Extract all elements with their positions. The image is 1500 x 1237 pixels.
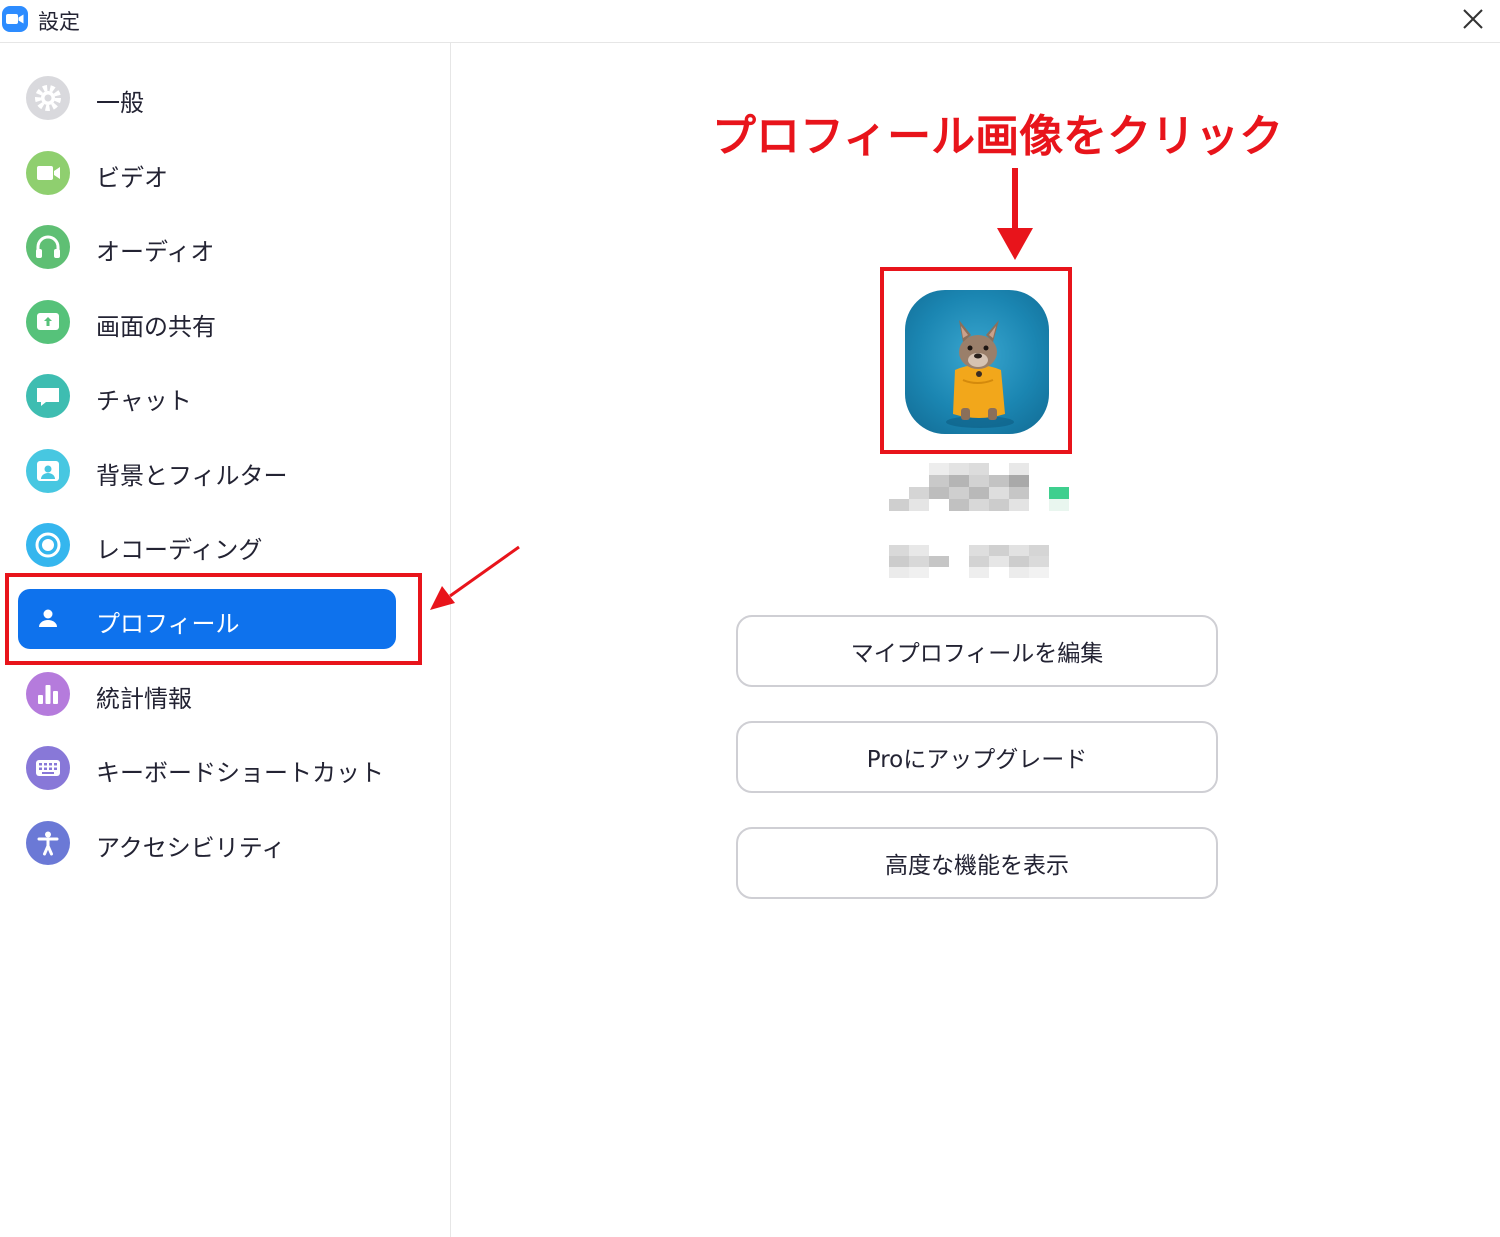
sidebar-item-label: レコーディング <box>96 536 263 564</box>
sidebar-item-label: 画面の共有 <box>96 313 216 341</box>
sidebar-item-label: 統計情報 <box>96 685 192 713</box>
background-filter-icon <box>26 449 70 493</box>
sidebar-item-label: ビデオ <box>96 164 168 192</box>
settings-sidebar: 一般 ビデオ オーディオ 画面の共有 チャット 背景とフィルター レコーディング… <box>0 43 451 1237</box>
keyboard-icon <box>26 746 70 790</box>
sidebar-item-label: キーボードショートカット <box>96 759 384 787</box>
sidebar-item-general[interactable]: 一般 <box>18 68 396 128</box>
sidebar-item-audio[interactable]: オーディオ <box>18 217 396 277</box>
sidebar-item-chat[interactable]: チャット <box>18 366 396 426</box>
record-icon <box>26 523 70 567</box>
sidebar-item-video[interactable]: ビデオ <box>18 143 396 203</box>
redacted-username <box>889 463 1079 513</box>
down-arrow-icon <box>997 168 1033 260</box>
sidebar-item-statistics[interactable]: 統計情報 <box>18 664 396 724</box>
sidebar-item-label: プロフィール <box>96 610 240 638</box>
sidebar-item-recording[interactable]: レコーディング <box>18 515 396 575</box>
edit-profile-button[interactable]: マイプロフィールを編集 <box>736 615 1218 687</box>
sidebar-item-profile[interactable]: プロフィール <box>18 589 396 649</box>
sidebar-item-background-filters[interactable]: 背景とフィルター <box>18 441 396 501</box>
show-advanced-features-button[interactable]: 高度な機能を表示 <box>736 827 1218 899</box>
headphones-icon <box>26 225 70 269</box>
sidebar-item-label: アクセシビリティ <box>96 834 286 862</box>
upgrade-to-pro-button[interactable]: Proにアップグレード <box>736 721 1218 793</box>
dog-photo-icon <box>946 320 1014 428</box>
person-icon <box>26 597 70 641</box>
sidebar-item-accessibility[interactable]: アクセシビリティ <box>18 813 396 873</box>
chat-bubble-icon <box>26 374 70 418</box>
sidebar-item-label: 背景とフィルター <box>96 462 288 490</box>
annotation-text: プロフィール画像をクリック <box>712 111 1284 162</box>
sidebar-item-share-screen[interactable]: 画面の共有 <box>18 292 396 352</box>
sidebar-item-label: チャット <box>96 387 192 415</box>
accessibility-icon <box>26 821 70 865</box>
sidebar-item-keyboard-shortcuts[interactable]: キーボードショートカット <box>18 738 396 798</box>
zoom-app-icon <box>2 6 28 32</box>
redacted-account-info <box>889 545 1059 579</box>
close-icon[interactable] <box>1458 4 1488 34</box>
share-screen-icon <box>26 300 70 344</box>
sidebar-item-label: 一般 <box>96 89 144 117</box>
window-title: 設定 <box>38 10 80 34</box>
profile-avatar[interactable] <box>905 290 1049 434</box>
video-camera-icon <box>26 151 70 195</box>
sidebar-item-label: オーディオ <box>96 238 215 266</box>
title-bar: 設定 <box>0 0 1500 43</box>
statistics-icon <box>26 672 70 716</box>
status-indicator <box>1049 487 1069 499</box>
gear-icon <box>26 76 70 120</box>
